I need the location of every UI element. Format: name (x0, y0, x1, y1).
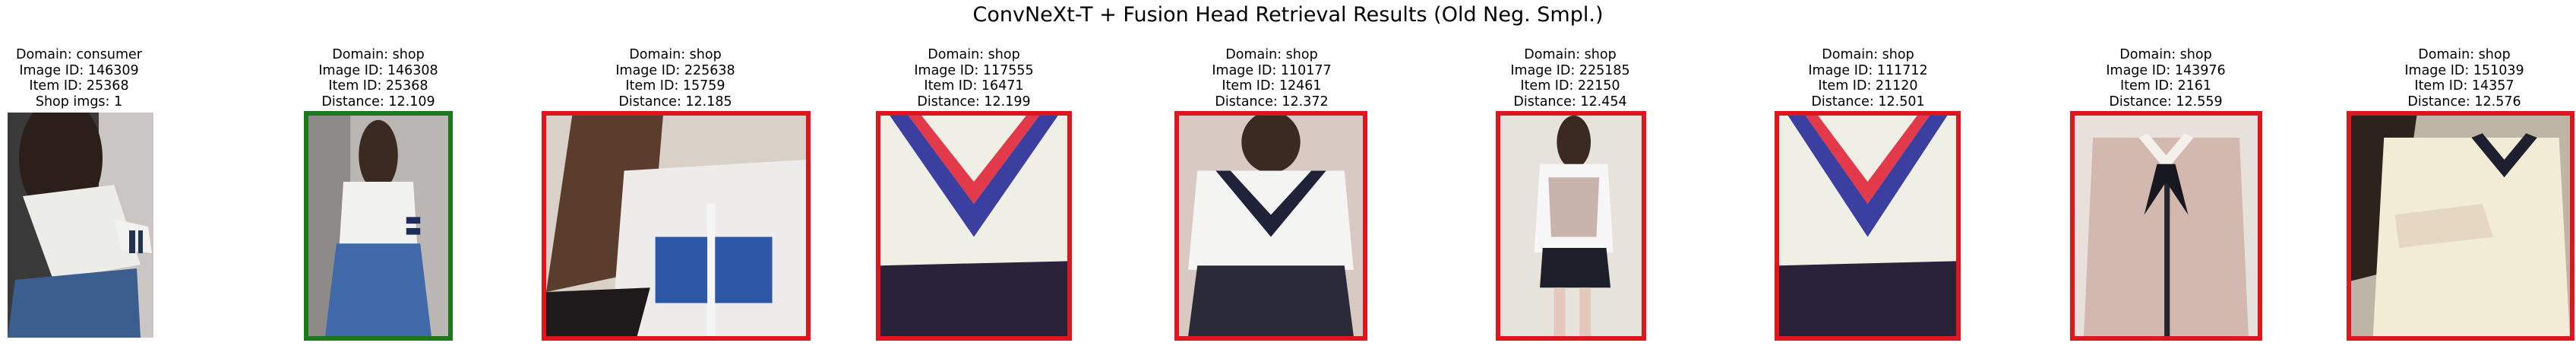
query-image (8, 113, 153, 338)
result-domain: Domain: shop (1524, 47, 1617, 62)
result-photo (880, 116, 1067, 336)
result-image-nonmatch (1496, 111, 1646, 341)
result-photo (308, 116, 448, 336)
result-image-id: Image ID: 225638 (615, 62, 735, 78)
result-image-nonmatch (2347, 111, 2574, 341)
result-distance: Distance: 12.454 (1513, 94, 1627, 110)
result-caption: Domain: shop Image ID: 110177 Item ID: 124… (1212, 47, 1331, 110)
result-domain: Domain: shop (1822, 47, 1914, 62)
result-caption: Domain: shop Image ID: 146308 Item ID: 253… (318, 47, 438, 110)
result-photo (2351, 116, 2570, 336)
result-caption: Domain: shop Image ID: 225638 Item ID: 157… (615, 47, 735, 110)
result-caption: Domain: shop Image ID: 225185 Item ID: 221… (1510, 47, 1629, 110)
result-item-id: Item ID: 15759 (625, 78, 725, 94)
result-photo (1179, 116, 1363, 336)
query-image-id: Image ID: 146309 (19, 62, 139, 78)
result-photo (2075, 116, 2258, 336)
result-photo (546, 116, 806, 336)
query-caption: Domain: consumer Image ID: 146309 Item I… (16, 47, 142, 110)
result-image-id: Image ID: 143976 (2106, 62, 2226, 78)
result-domain: Domain: shop (928, 47, 1020, 62)
query-domain: Domain: consumer (15, 47, 143, 62)
result-caption: Domain: shop Image ID: 151039 Item ID: 143… (2404, 47, 2524, 110)
result-item-id: Item ID: 12461 (1222, 78, 1322, 94)
result-distance: Distance: 12.559 (2109, 94, 2223, 110)
figure-title: ConvNeXt-T + Fusion Head Retrieval Resul… (972, 3, 1604, 27)
result-item-id: Item ID: 2161 (2119, 78, 2212, 94)
result-caption: Domain: shop Image ID: 117555 Item ID: 164… (914, 47, 1033, 110)
result-distance: Distance: 12.109 (321, 94, 435, 110)
result-distance: Distance: 12.199 (917, 94, 1031, 110)
result-domain: Domain: shop (629, 47, 722, 62)
result-image-id: Image ID: 110177 (1212, 62, 1332, 78)
result-image-id: Image ID: 117555 (914, 62, 1034, 78)
query-photo (8, 113, 153, 338)
query-item-id: Item ID: 25368 (29, 78, 129, 94)
result-image-nonmatch (1775, 111, 1961, 341)
result-photo (1779, 116, 1956, 336)
result-image-nonmatch (876, 111, 1072, 341)
result-image-id: Image ID: 146308 (318, 62, 438, 78)
result-domain: Domain: shop (2119, 47, 2212, 62)
result-photo (1500, 116, 1642, 336)
result-domain: Domain: shop (2418, 47, 2511, 62)
result-item-id: Item ID: 22150 (1520, 78, 1620, 94)
result-image-nonmatch (542, 111, 811, 341)
query-shop-imgs: Shop imgs: 1 (35, 94, 123, 110)
result-distance: Distance: 12.501 (1811, 94, 1925, 110)
result-domain: Domain: shop (1225, 47, 1318, 62)
result-image-id: Image ID: 151039 (2404, 62, 2524, 78)
result-domain: Domain: shop (332, 47, 425, 62)
result-item-id: Item ID: 25368 (328, 78, 428, 94)
result-distance: Distance: 12.185 (618, 94, 732, 110)
result-image-nonmatch (1174, 111, 1367, 341)
result-image-nonmatch (2070, 111, 2262, 341)
result-caption: Domain: shop Image ID: 143976 Item ID: 216… (2106, 47, 2225, 110)
result-image-id: Image ID: 111712 (1808, 62, 1928, 78)
result-image-match (304, 111, 453, 341)
result-item-id: Item ID: 16471 (924, 78, 1024, 94)
result-caption: Domain: shop Image ID: 111712 Item ID: 211… (1808, 47, 1927, 110)
result-distance: Distance: 12.372 (1215, 94, 1329, 110)
result-item-id: Item ID: 21120 (1818, 78, 1918, 94)
result-distance: Distance: 12.576 (2407, 94, 2521, 110)
result-image-id: Image ID: 225185 (1510, 62, 1630, 78)
result-item-id: Item ID: 14357 (2414, 78, 2514, 94)
